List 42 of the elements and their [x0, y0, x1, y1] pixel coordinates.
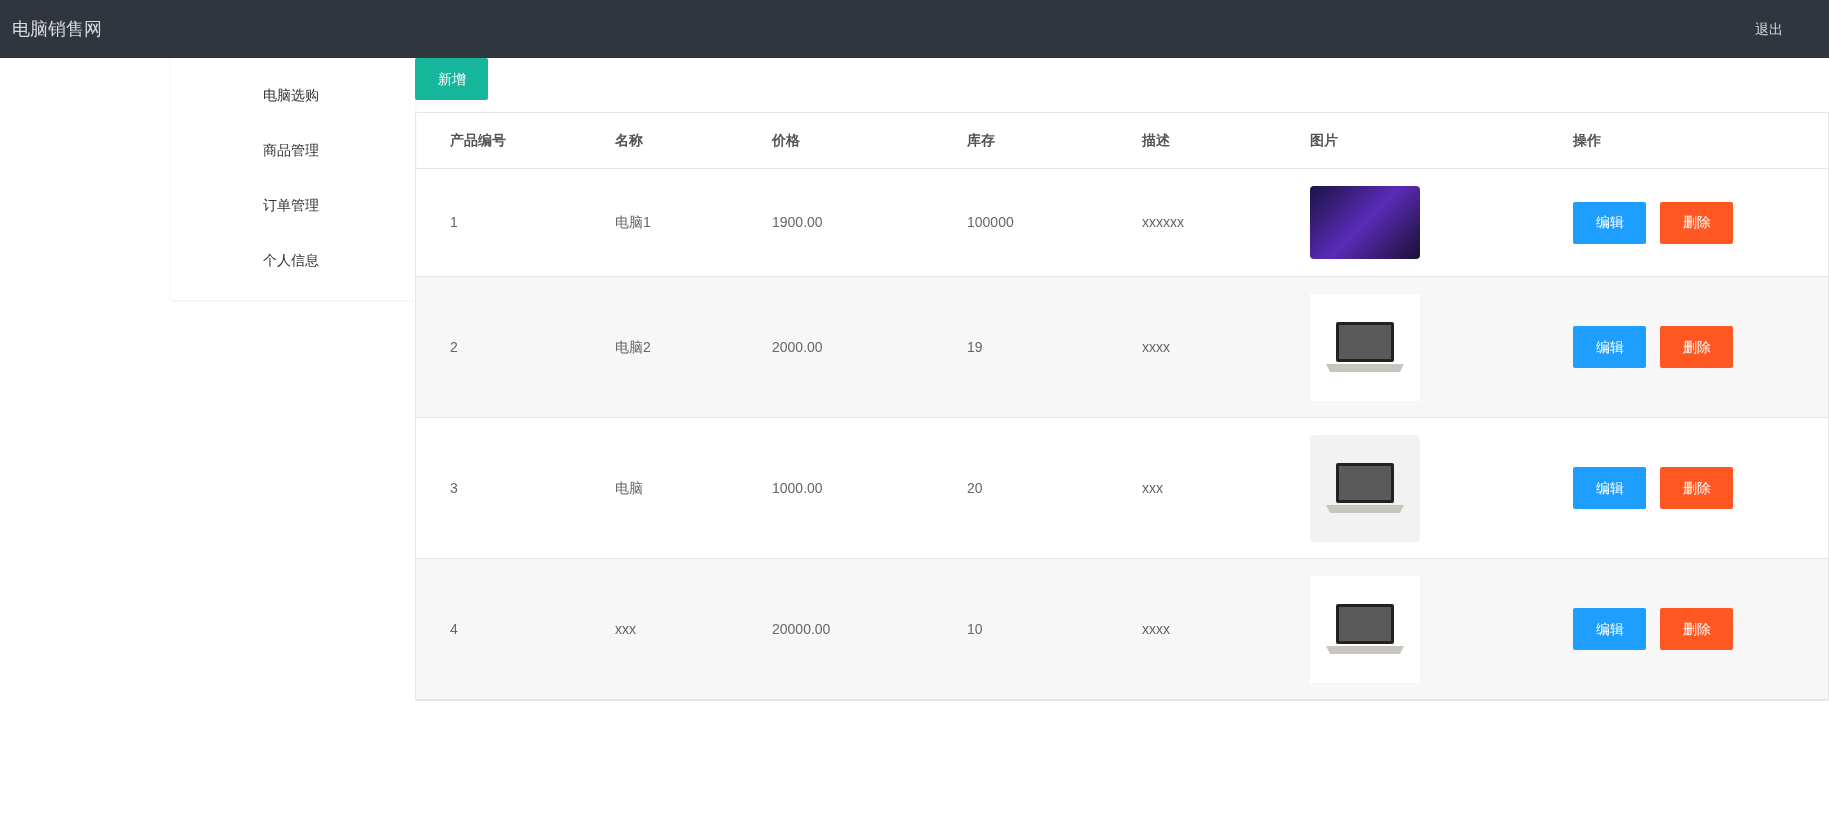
edit-button[interactable]: 编辑 [1573, 201, 1646, 244]
table-cell: 4 [450, 620, 458, 637]
delete-button[interactable]: 删除 [1660, 201, 1733, 244]
table-cell: 1 [450, 214, 458, 230]
table-cell: xxxx [1142, 338, 1170, 355]
logout-link[interactable]: 退出 [1755, 18, 1783, 40]
table-cell: 1000.00 [772, 479, 823, 496]
table-cell: 19 [967, 338, 983, 355]
table-cell: xxxx [1142, 620, 1170, 637]
column-header: 描述 [1142, 132, 1170, 148]
table-cell: 10 [967, 620, 983, 637]
table-cell: 电脑 [615, 479, 643, 496]
table-cell: xxxxxx [1142, 214, 1184, 230]
column-header: 价格 [772, 132, 800, 148]
add-button[interactable]: 新增 [415, 58, 488, 100]
column-header: 图片 [1310, 132, 1338, 148]
table-cell: 1900.00 [772, 214, 823, 230]
delete-button[interactable]: 删除 [1660, 326, 1733, 368]
column-header: 名称 [615, 132, 643, 148]
column-header: 操作 [1573, 132, 1601, 148]
edit-button[interactable]: 编辑 [1573, 326, 1646, 368]
edit-button[interactable]: 编辑 [1573, 467, 1646, 509]
column-header: 库存 [967, 132, 995, 148]
table-cell: 20 [967, 479, 983, 496]
sidebar-item[interactable]: 电脑选购 [171, 68, 415, 123]
table-cell: 2000.00 [772, 338, 823, 355]
table-cell: 电脑1 [615, 214, 651, 230]
table-cell: 3 [450, 479, 458, 496]
delete-button[interactable]: 删除 [1660, 467, 1733, 509]
table-cell: 2 [450, 338, 458, 355]
table-cell: 20000.00 [772, 620, 831, 637]
column-header: 产品编号 [450, 132, 506, 148]
table-cell: 100000 [967, 214, 1014, 230]
edit-button[interactable]: 编辑 [1573, 608, 1646, 650]
site-title: 电脑销售网 [12, 17, 102, 41]
sidebar-item[interactable]: 商品管理 [171, 123, 415, 178]
delete-button[interactable]: 删除 [1660, 608, 1733, 650]
table-cell: xxx [1142, 479, 1163, 496]
table-cell: xxx [615, 620, 636, 637]
sidebar-item[interactable]: 个人信息 [171, 233, 415, 288]
sidebar-item[interactable]: 订单管理 [171, 178, 415, 233]
table-cell: 电脑2 [615, 338, 651, 355]
